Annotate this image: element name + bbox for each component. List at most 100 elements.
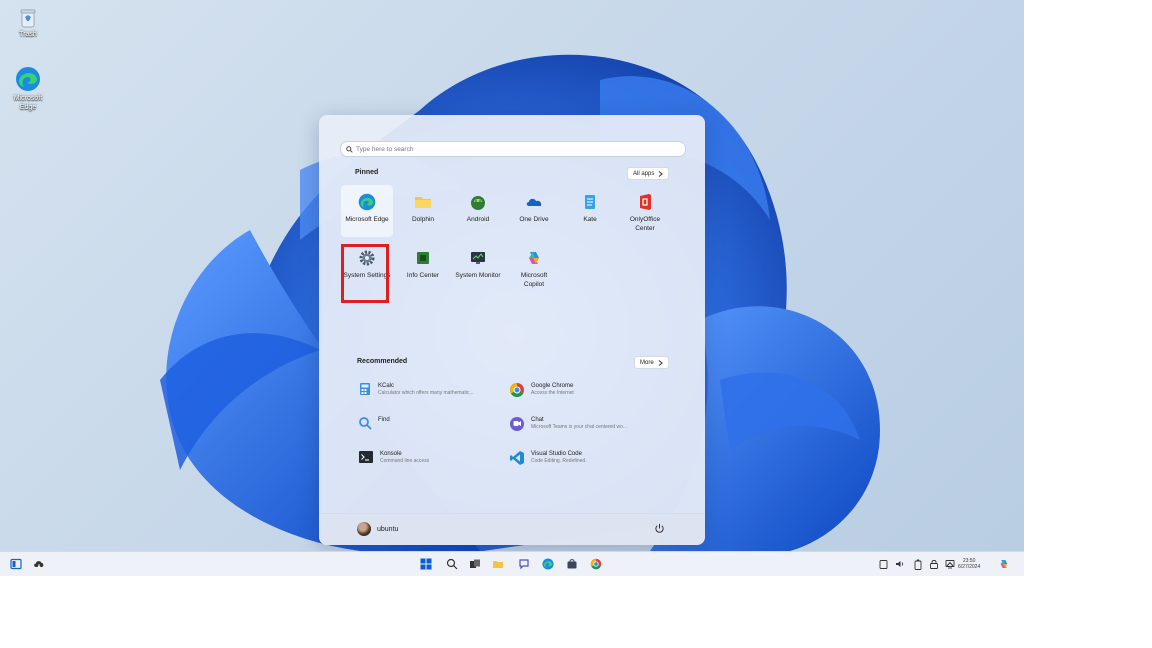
tray-volume[interactable] xyxy=(894,558,906,570)
recommended-item-konsole[interactable]: Konsole Command line access xyxy=(358,450,508,465)
recommended-item-name: Google Chrome xyxy=(531,383,574,389)
folder-icon xyxy=(493,561,503,568)
pinned-app-label: Microsoft Copilot xyxy=(520,272,548,288)
taskbar-file-manager[interactable] xyxy=(492,558,504,570)
office-icon xyxy=(640,194,651,210)
highlight-box-system-settings xyxy=(341,244,389,303)
edge-icon xyxy=(16,67,40,91)
pinned-app-dolphin[interactable]: Dolphin xyxy=(397,185,449,237)
recommended-item-kcalc[interactable]: KCalc Calculator which offers many mathe… xyxy=(358,382,508,397)
search-icon xyxy=(359,417,372,430)
recommended-item-name: Visual Studio Code xyxy=(531,451,582,457)
tray-battery[interactable] xyxy=(912,558,924,570)
vscode-icon xyxy=(510,451,524,465)
pinned-app-label: Microsoft Edge xyxy=(345,216,389,223)
taskbar-store[interactable] xyxy=(566,558,578,570)
widgets-button[interactable] xyxy=(10,558,22,570)
taskbar: 23:50 6/27/2024 xyxy=(0,551,1024,576)
pinned-app-one-drive[interactable]: One Drive xyxy=(508,185,560,237)
pinned-app-onlyoffice-center[interactable]: OnlyOffice Center xyxy=(619,185,671,237)
desktop-icon-edge[interactable]: Microsoft Edge xyxy=(8,66,48,112)
calculator-icon xyxy=(360,383,370,395)
pinned-app-label: Kate xyxy=(583,216,597,223)
chevron-right-icon xyxy=(658,359,663,366)
widgets-icon xyxy=(10,558,22,570)
pinned-app-microsoft-copilot[interactable]: Microsoft Copilot xyxy=(508,241,560,293)
pinned-app-microsoft-edge[interactable]: Microsoft Edge xyxy=(341,185,393,237)
terminal-icon xyxy=(359,451,373,463)
recommended-item-desc: Command line access xyxy=(380,458,430,464)
chat-icon xyxy=(519,559,529,570)
all-apps-button[interactable]: All apps xyxy=(627,167,670,180)
all-apps-label: All apps xyxy=(633,170,655,177)
taskbar-edge[interactable] xyxy=(542,558,554,570)
task-view-button[interactable] xyxy=(469,558,481,570)
recommended-item-find[interactable]: Find xyxy=(358,416,508,430)
recommended-item-desc: Code Editing. Redefined. xyxy=(531,458,587,464)
android-icon xyxy=(471,196,485,210)
clipboard-icon xyxy=(879,560,887,569)
trash-icon xyxy=(20,9,36,28)
pinned-app-android[interactable]: Android xyxy=(452,185,504,237)
start-menu-footer: ubuntu xyxy=(319,513,705,545)
folder-icon xyxy=(415,197,431,208)
desktop-icon-trash[interactable]: Trash xyxy=(8,8,48,39)
chip-icon xyxy=(417,252,429,264)
battery-icon xyxy=(914,559,922,570)
taskbar-chat[interactable] xyxy=(518,558,530,570)
notepad-icon xyxy=(585,195,595,209)
cloud-sync-button[interactable] xyxy=(33,558,45,570)
start-button[interactable] xyxy=(420,558,432,570)
chrome-icon xyxy=(510,383,524,397)
pinned-app-label: Dolphin xyxy=(411,216,435,223)
tray-clipboard[interactable] xyxy=(877,558,889,570)
recommended-item-desc: Calculator which offers many mathematic.… xyxy=(378,390,474,396)
recommended-item-visual-studio-code[interactable]: Visual Studio Code Code Editing. Redefin… xyxy=(509,450,659,466)
pinned-app-system-monitor[interactable]: System Monitor xyxy=(452,241,504,293)
chevron-right-icon xyxy=(659,170,664,177)
monitor-icon xyxy=(471,252,485,264)
recommended-item-google-chrome[interactable]: Google Chrome Access the Internet xyxy=(509,382,659,398)
pinned-app-label: One Drive xyxy=(519,216,549,223)
avatar xyxy=(357,522,371,536)
recommended-item-name: Find xyxy=(378,417,390,423)
copilot-button[interactable] xyxy=(998,558,1010,570)
pinned-app-label: OnlyOffice Center xyxy=(629,216,661,232)
recommended-item-name: Chat xyxy=(531,417,544,423)
recommended-item-desc: Access the Internet xyxy=(531,390,574,396)
start-search-input[interactable] xyxy=(356,145,656,153)
tray-show-hidden[interactable] xyxy=(944,558,956,570)
copilot-icon xyxy=(1000,560,1008,568)
desktop-icon-label: Trash xyxy=(19,31,37,38)
user-name: ubuntu xyxy=(377,525,399,533)
user-account-button[interactable]: ubuntu xyxy=(357,522,398,536)
recommended-item-desc: Microsoft Teams is your chat centered wo… xyxy=(531,424,628,430)
pinned-app-label: System Monitor xyxy=(455,272,501,279)
taskbar-search-button[interactable] xyxy=(446,558,458,570)
pinned-app-label: Info Center xyxy=(406,272,440,279)
pinned-title: Pinned xyxy=(355,169,379,176)
cloud-icon xyxy=(526,198,542,206)
copilot-icon xyxy=(529,252,539,264)
recommended-item-name: KCalc xyxy=(378,383,395,389)
start-search-box[interactable] xyxy=(340,141,686,157)
store-icon xyxy=(567,559,577,569)
more-button[interactable]: More xyxy=(634,356,669,369)
cloud-sync-icon xyxy=(34,561,44,568)
taskbar-clock[interactable]: 23:50 6/27/2024 xyxy=(958,558,980,570)
desktop-icon-label: Microsoft Edge xyxy=(13,95,43,111)
start-menu: Pinned All apps Microsoft Edge Dolphin A… xyxy=(319,115,705,545)
clock-date: 6/27/2024 xyxy=(958,564,981,570)
pinned-app-info-center[interactable]: Info Center xyxy=(397,241,449,293)
power-icon[interactable] xyxy=(654,523,665,534)
edge-icon xyxy=(358,193,376,211)
chat-icon xyxy=(510,417,524,431)
tray-lock[interactable] xyxy=(928,558,940,570)
recommended-item-chat[interactable]: Chat Microsoft Teams is your chat center… xyxy=(509,416,659,432)
lock-icon xyxy=(930,560,938,569)
search-icon xyxy=(346,145,353,153)
pinned-app-kate[interactable]: Kate xyxy=(564,185,616,237)
taskbar-chrome[interactable] xyxy=(590,558,602,570)
more-label: More xyxy=(640,359,654,366)
chrome-icon xyxy=(590,558,602,570)
